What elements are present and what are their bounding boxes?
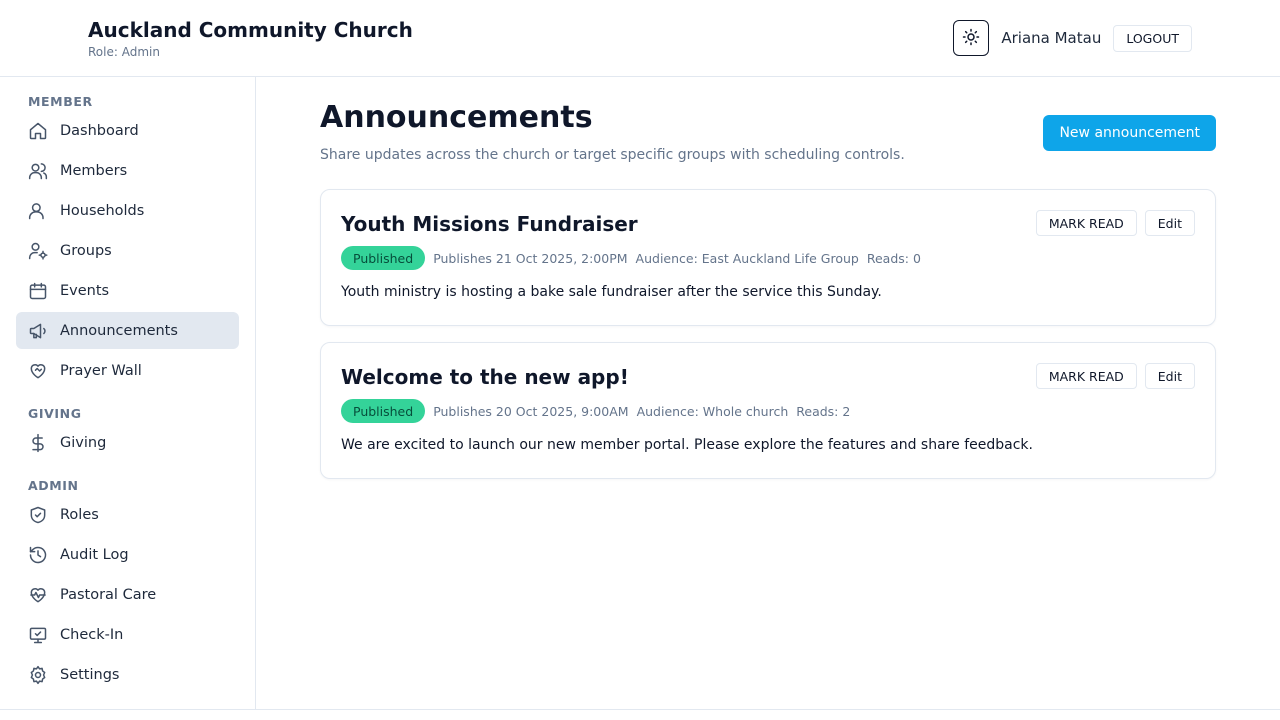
audience: Audience: Whole church bbox=[636, 403, 789, 419]
sidebar-item-label: Events bbox=[60, 282, 110, 299]
sun-icon bbox=[962, 28, 980, 49]
announcement-title: Youth Missions Fundraiser bbox=[341, 212, 638, 236]
sidebar-section-giving: GIVING bbox=[28, 406, 82, 421]
header-actions: Ariana Matau LOGOUT bbox=[953, 20, 1192, 56]
announcement-meta: Published Publishes 21 Oct 2025, 2:00PM … bbox=[341, 246, 921, 270]
sidebar-item-label: Announcements bbox=[60, 322, 178, 339]
mark-read-button[interactable]: MARK READ bbox=[1035, 363, 1137, 389]
sidebar-item-label: Dashboard bbox=[60, 122, 139, 139]
announcement-card: Welcome to the new app! MARK READ Edit P… bbox=[320, 342, 1216, 479]
mark-read-button[interactable]: MARK READ bbox=[1035, 210, 1137, 236]
bottom-divider bbox=[0, 709, 1280, 710]
read-count: Reads: 2 bbox=[796, 403, 851, 419]
edit-button[interactable]: Edit bbox=[1144, 210, 1195, 236]
page-title: Announcements bbox=[320, 100, 593, 135]
sidebar-item-giving[interactable]: Giving bbox=[16, 424, 239, 461]
read-count: Reads: 0 bbox=[866, 250, 921, 266]
announcement-body: Youth ministry is hosting a bake sale fu… bbox=[341, 284, 882, 300]
status-badge: Published bbox=[341, 246, 426, 270]
sidebar-item-label: Pastoral Care bbox=[60, 586, 157, 603]
announcement-body: We are excited to launch our new member … bbox=[341, 437, 1033, 453]
sidebar-item-events[interactable]: Events bbox=[16, 272, 239, 309]
monitor-check-icon bbox=[28, 625, 48, 645]
new-announcement-button[interactable]: New announcement bbox=[1043, 115, 1216, 151]
publish-date: Publishes 20 Oct 2025, 9:00AM bbox=[433, 403, 629, 419]
sidebar-item-label: Groups bbox=[60, 242, 112, 259]
brand: Auckland Community Church Role: Admin bbox=[88, 18, 413, 60]
sidebar-item-audit-log[interactable]: Audit Log bbox=[16, 536, 239, 573]
shield-check-icon bbox=[28, 505, 48, 525]
users-icon bbox=[28, 161, 48, 181]
sidebar-item-prayer-wall[interactable]: Prayer Wall bbox=[16, 352, 239, 389]
history-icon bbox=[28, 545, 48, 565]
sidebar-item-label: Check-In bbox=[60, 626, 124, 643]
sidebar-item-members[interactable]: Members bbox=[16, 152, 239, 189]
theme-toggle-button[interactable] bbox=[953, 20, 990, 56]
sidebar-item-label: Prayer Wall bbox=[60, 362, 142, 379]
sidebar-item-settings[interactable]: Settings bbox=[16, 656, 239, 693]
calendar-icon bbox=[28, 281, 48, 301]
gear-icon bbox=[28, 665, 48, 685]
announcement-actions: MARK READ Edit bbox=[1035, 363, 1195, 389]
user-cog-icon bbox=[28, 241, 48, 261]
announcement-title: Welcome to the new app! bbox=[341, 365, 629, 389]
audience: Audience: East Auckland Life Group bbox=[635, 250, 859, 266]
announcement-actions: MARK READ Edit bbox=[1035, 210, 1195, 236]
user-name: Ariana Matau bbox=[1001, 29, 1102, 47]
sidebar: MEMBER Dashboard Members Households Grou… bbox=[0, 77, 256, 710]
top-header: Auckland Community Church Role: Admin Ar… bbox=[0, 0, 1280, 77]
sidebar-item-roles[interactable]: Roles bbox=[16, 496, 239, 533]
sidebar-item-label: Roles bbox=[60, 506, 99, 523]
status-badge: Published bbox=[341, 399, 426, 423]
sidebar-item-label: Settings bbox=[60, 666, 120, 683]
user-icon bbox=[28, 201, 48, 221]
page-subtitle: Share updates across the church or targe… bbox=[320, 147, 905, 163]
sidebar-item-label: Households bbox=[60, 202, 145, 219]
sidebar-item-check-in[interactable]: Check-In bbox=[16, 616, 239, 653]
publish-date: Publishes 21 Oct 2025, 2:00PM bbox=[433, 250, 628, 266]
sidebar-item-label: Audit Log bbox=[60, 546, 129, 563]
sidebar-item-households[interactable]: Households bbox=[16, 192, 239, 229]
sidebar-item-label: Giving bbox=[60, 434, 107, 451]
heart-pulse-icon bbox=[28, 585, 48, 605]
sidebar-section-admin: ADMIN bbox=[28, 478, 79, 493]
dollar-icon bbox=[28, 433, 48, 453]
sidebar-item-label: Members bbox=[60, 162, 128, 179]
sidebar-item-announcements[interactable]: Announcements bbox=[16, 312, 239, 349]
sidebar-item-groups[interactable]: Groups bbox=[16, 232, 239, 269]
home-icon bbox=[28, 121, 48, 141]
logout-button[interactable]: LOGOUT bbox=[1113, 24, 1192, 52]
announcement-card: Youth Missions Fundraiser MARK READ Edit… bbox=[320, 189, 1216, 326]
user-role: Role: Admin bbox=[88, 45, 160, 59]
megaphone-icon bbox=[28, 321, 48, 341]
church-name: Auckland Community Church bbox=[88, 18, 413, 42]
sidebar-item-pastoral-care[interactable]: Pastoral Care bbox=[16, 576, 239, 613]
edit-button[interactable]: Edit bbox=[1144, 363, 1195, 389]
announcement-meta: Published Publishes 20 Oct 2025, 9:00AM … bbox=[341, 399, 850, 423]
sidebar-section-member: MEMBER bbox=[28, 94, 93, 109]
sidebar-item-dashboard[interactable]: Dashboard bbox=[16, 112, 239, 149]
heart-handshake-icon bbox=[28, 361, 48, 381]
